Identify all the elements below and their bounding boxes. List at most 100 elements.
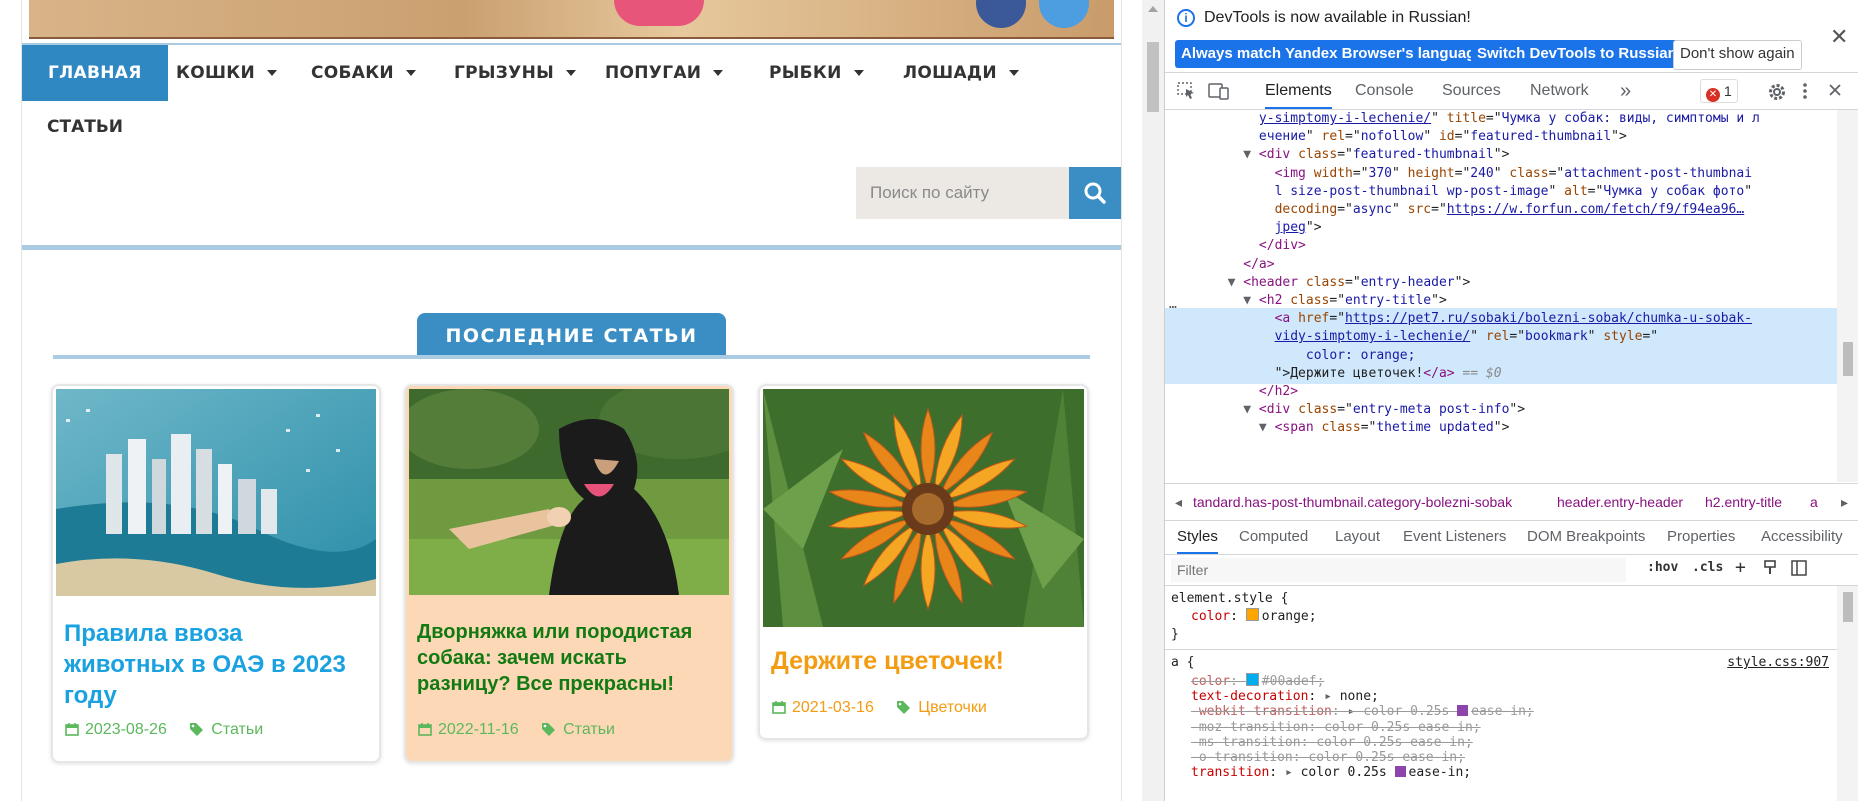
- node-actions-icon[interactable]: …: [1169, 297, 1177, 312]
- article-category[interactable]: Цветочки: [918, 699, 987, 716]
- search-input[interactable]: [856, 167, 1072, 219]
- nav-item-rodents[interactable]: ГРЫЗУНЫ: [454, 45, 577, 101]
- error-count: 1: [1724, 83, 1732, 99]
- gear-icon[interactable]: [1767, 82, 1787, 100]
- dom-tree-scrollbar[interactable]: [1837, 110, 1858, 482]
- kebab-menu-icon[interactable]: [1801, 82, 1821, 100]
- article-title-text: Держите цветочек!: [771, 647, 1004, 675]
- breadcrumb-scroll-right-icon[interactable]: ▸: [1841, 484, 1848, 520]
- infobar-message: DevTools is now available in Russian!: [1204, 9, 1471, 26]
- nav-item-horses[interactable]: ЛОШАДИ: [903, 45, 1019, 101]
- breadcrumb-item[interactable]: header.entry-header: [1557, 484, 1683, 520]
- dont-show-again-button[interactable]: Don't show again: [1673, 40, 1802, 70]
- css-value: orange;: [1261, 609, 1317, 624]
- styles-scrollbar[interactable]: [1837, 586, 1858, 801]
- calendar-icon: [772, 700, 786, 719]
- match-language-button[interactable]: Always match Yandex Browser's language: [1175, 40, 1490, 68]
- nav-item-fish[interactable]: РЫБКИ: [769, 45, 864, 101]
- scrollbar-thumb[interactable]: [1843, 342, 1853, 376]
- article-card[interactable]: Дворняжка или породистая собака: зачем и…: [404, 384, 734, 763]
- css-value: ease-in;: [1471, 704, 1534, 720]
- article-title[interactable]: Держите цветочек!: [771, 645, 1076, 678]
- styles-filter-input[interactable]: [1171, 558, 1626, 582]
- article-card[interactable]: Правила ввоза животных в ОАЭ в 2023 году…: [51, 384, 381, 763]
- more-tabs-button[interactable]: »: [1620, 73, 1631, 109]
- chevron-down-icon: [566, 70, 577, 76]
- css-property: -moz-transition: [1191, 719, 1309, 735]
- close-devtools-icon[interactable]: [1827, 82, 1847, 100]
- stylesheet-source-link[interactable]: style.css:907: [1727, 654, 1829, 672]
- dog-paw-image: [409, 389, 729, 595]
- chevron-down-icon: [1008, 70, 1019, 76]
- tab-sources[interactable]: Sources: [1442, 73, 1501, 109]
- tab-elements[interactable]: Elements: [1265, 73, 1332, 109]
- switch-language-button[interactable]: Switch DevTools to Russian: [1471, 40, 1683, 68]
- search-button[interactable]: [1069, 167, 1121, 219]
- facebook-icon[interactable]: [976, 0, 1026, 28]
- css-property: -webkit-transition: [1191, 704, 1332, 720]
- color-swatch[interactable]: [1245, 608, 1259, 621]
- header-banner-image: [29, 0, 1114, 39]
- page-scrollbar[interactable]: [1142, 0, 1164, 801]
- css-value: ease-in;: [1408, 765, 1472, 781]
- hover-state-toggle[interactable]: :hov: [1647, 560, 1678, 575]
- article-date: 2022-11-16: [438, 721, 519, 738]
- selector-text: element.style {: [1171, 591, 1289, 606]
- toggle-sidebar-icon[interactable]: [1791, 560, 1807, 580]
- article-title[interactable]: Правила ввоза животных в ОАЭ в 2023 году: [64, 618, 369, 712]
- article-image[interactable]: [763, 389, 1084, 627]
- class-toggle[interactable]: .cls: [1692, 560, 1723, 575]
- inspect-element-icon[interactable]: [1177, 82, 1197, 100]
- scroll-up-icon[interactable]: [1148, 6, 1158, 12]
- calendar-icon: [418, 722, 432, 741]
- nav-item-cats[interactable]: КОШКИ: [176, 45, 277, 101]
- style-declaration[interactable]: color: orange;: [1191, 608, 1837, 626]
- nav-item-home[interactable]: ГЛАВНАЯ: [22, 45, 168, 101]
- css-value: color 0.25s ease-in;: [1308, 750, 1465, 765]
- rule-divider: [1165, 649, 1837, 650]
- css-value: color 0.25s: [1300, 765, 1387, 781]
- article-category[interactable]: Статьи: [563, 721, 615, 738]
- subtab-properties[interactable]: Properties: [1667, 520, 1735, 554]
- subtab-event-listeners[interactable]: Event Listeners: [1403, 520, 1506, 554]
- subtab-accessibility[interactable]: Accessibility: [1761, 520, 1843, 554]
- scrollbar-thumb[interactable]: [1843, 592, 1853, 622]
- css-property: -ms-transition: [1191, 734, 1301, 750]
- nav-item-parrots[interactable]: ПОПУГАИ: [605, 45, 724, 101]
- breadcrumb-scroll-left-icon[interactable]: ◂: [1175, 484, 1182, 520]
- subtab-dom-breakpoints[interactable]: DOM Breakpoints: [1527, 520, 1645, 554]
- article-image[interactable]: [409, 389, 729, 595]
- nav-parrots-label: ПОПУГАИ: [605, 63, 702, 83]
- scrollbar-thumb[interactable]: [1147, 42, 1159, 112]
- error-count-badge[interactable]: ✕ 1: [1700, 79, 1738, 103]
- tab-console[interactable]: Console: [1355, 73, 1414, 109]
- add-rule-icon[interactable]: +: [1735, 557, 1746, 578]
- devtools-panel: i DevTools is now available in Russian! …: [1164, 0, 1858, 801]
- close-icon[interactable]: ✕: [1830, 24, 1848, 50]
- article-category[interactable]: Статьи: [211, 721, 263, 738]
- article-card[interactable]: Держите цветочек! 2021-03-16 Цветочки: [758, 384, 1089, 740]
- nav-rodents-label: ГРЫЗУНЫ: [454, 63, 555, 83]
- nav-item-articles[interactable]: СТАТЬИ: [47, 103, 123, 151]
- article-image[interactable]: [56, 389, 376, 596]
- article-title[interactable]: Дворняжка или породистая собака: зачем и…: [417, 619, 722, 697]
- subtab-styles[interactable]: Styles: [1177, 520, 1218, 554]
- page-container: ГЛАВНАЯ КОШКИ СОБАКИ ГРЫЗУНЫ ПОПУГАИ РЫБ…: [21, 0, 1122, 801]
- styles-pane[interactable]: element.style { color: orange; } a { sty…: [1165, 586, 1837, 801]
- css-property: text-decoration: [1191, 689, 1309, 705]
- article-date: 2023-08-26: [85, 721, 167, 738]
- nav-item-dogs[interactable]: СОБАКИ: [311, 45, 416, 101]
- paint-brush-icon[interactable]: [1763, 560, 1777, 580]
- device-toolbar-icon[interactable]: [1208, 82, 1229, 100]
- social-icon[interactable]: [1039, 0, 1089, 28]
- subtab-layout[interactable]: Layout: [1335, 520, 1380, 554]
- breadcrumb-item[interactable]: h2.entry-title: [1705, 484, 1782, 520]
- css-property: color: [1191, 674, 1231, 689]
- tab-network[interactable]: Network: [1530, 73, 1589, 109]
- subtab-computed[interactable]: Computed: [1239, 520, 1308, 554]
- breadcrumb-item[interactable]: a: [1810, 484, 1818, 520]
- dom-tree[interactable]: y-simptomy-i-lechenie/" title="Чумка у с…: [1165, 110, 1837, 482]
- style-declaration[interactable]: transition: ▸ color 0.25s ease-in;: [1191, 764, 1837, 782]
- breadcrumb-item[interactable]: tandard.has-post-thumbnail.category-bole…: [1193, 484, 1512, 520]
- dom-node-line[interactable]: ▼ <span class="thetime updated">: [1165, 417, 1837, 438]
